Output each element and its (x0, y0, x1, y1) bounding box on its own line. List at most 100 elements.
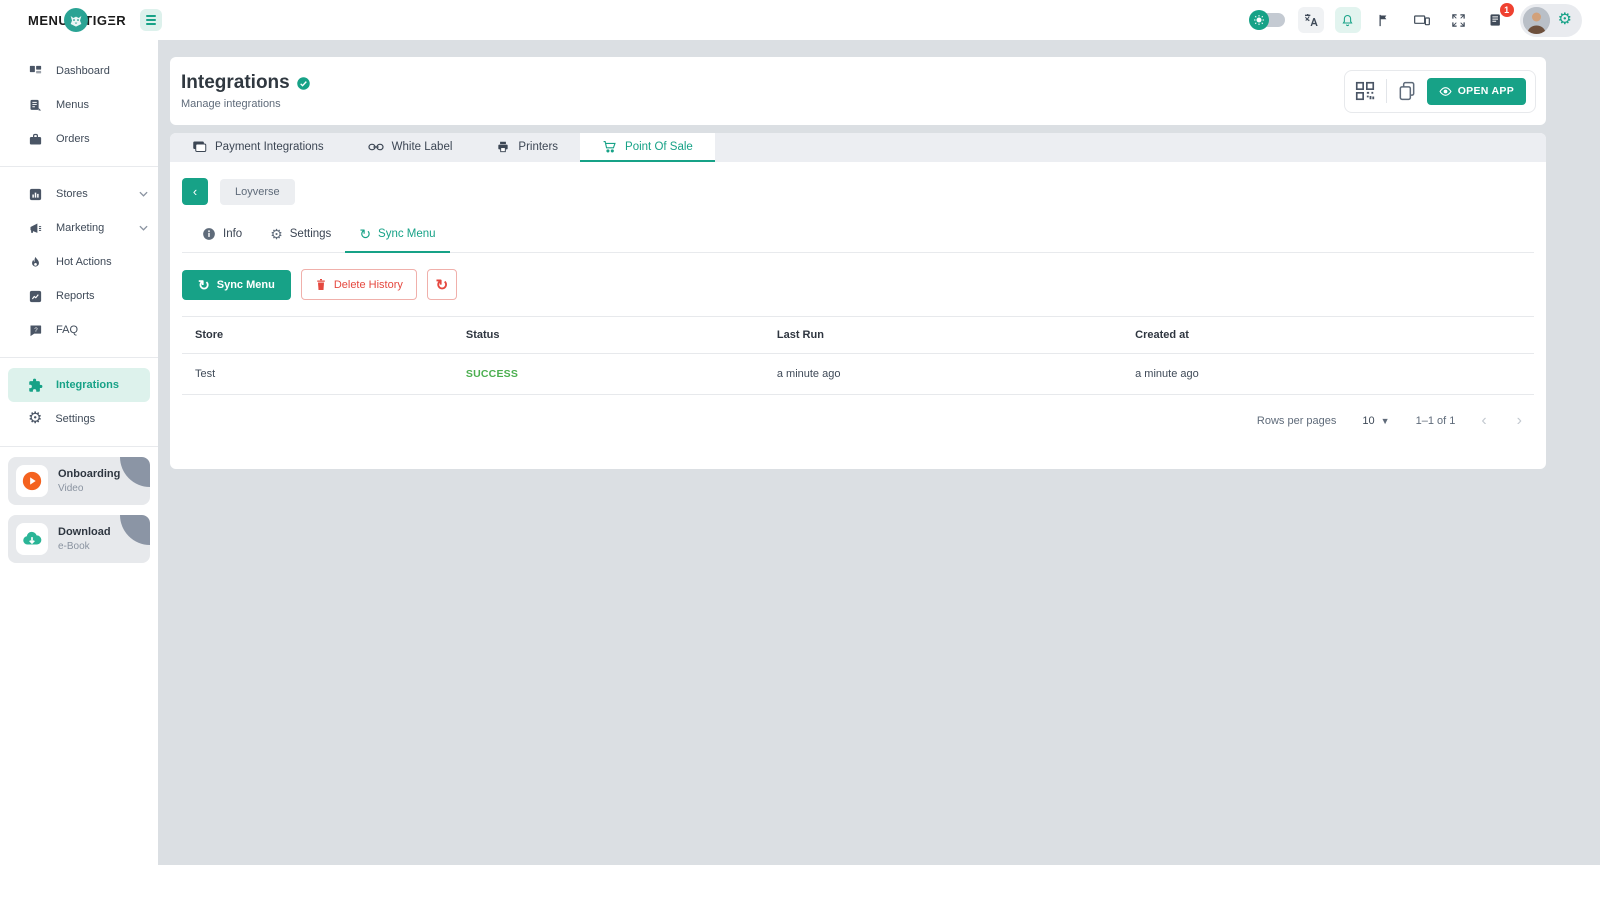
notifications-bell-icon[interactable] (1335, 7, 1361, 33)
sidebar-item-dashboard[interactable]: Dashboard (0, 54, 158, 88)
rows-per-page-value: 10 (1362, 415, 1374, 427)
page-title: Integrations (181, 72, 290, 94)
integration-subtabs: Info ⚙ Settings ↻ Sync Menu (182, 217, 1534, 253)
integration-tabs: Payment Integrations White Label Printer… (170, 133, 1546, 162)
promo-subtitle: e-Book (58, 541, 111, 552)
fullscreen-icon[interactable] (1446, 7, 1472, 33)
main-content: Integrations Manage integrations (158, 40, 1600, 865)
account-pill: ⚙ (1520, 4, 1582, 37)
chevron-down-icon (139, 225, 148, 231)
payment-card-icon (192, 140, 207, 153)
promo-title: Onboarding (58, 468, 120, 480)
sidebar-divider (0, 446, 158, 447)
pagination-range: 1–1 of 1 (1416, 415, 1456, 427)
rows-per-page-select[interactable]: 10 ▼ (1362, 415, 1389, 427)
sidebar-item-label: Reports (56, 290, 148, 302)
sidebar-toggle-button[interactable] (140, 9, 162, 31)
menus-icon (28, 98, 43, 113)
sync-icon: ↻ (198, 278, 210, 292)
printer-icon (496, 140, 510, 154)
sync-history-table: Store Status Last Run Created at Test SU… (182, 316, 1534, 395)
divider (1386, 79, 1387, 103)
sidebar-item-menus[interactable]: Menus (0, 88, 158, 122)
sidebar-item-faq[interactable]: ? FAQ (0, 313, 158, 347)
sidebar: Dashboard Menus Orders Stores Marketing … (0, 40, 158, 865)
sidebar-item-label: Marketing (56, 222, 126, 234)
logo-text-right: TIGΞR (84, 13, 126, 28)
tab-white-label[interactable]: White Label (346, 133, 475, 162)
svg-text:?: ? (34, 326, 38, 333)
sun-icon (1249, 10, 1269, 30)
sidebar-item-marketing[interactable]: Marketing (0, 211, 158, 245)
delete-history-button[interactable]: Delete History (301, 269, 417, 300)
dashboard-icon (28, 64, 43, 79)
onboarding-video-card[interactable]: Onboarding Video (8, 457, 150, 505)
sidebar-divider (0, 166, 158, 167)
sidebar-item-label: FAQ (56, 324, 148, 336)
sync-menu-button[interactable]: ↻ Sync Menu (182, 270, 291, 300)
previous-page-button[interactable]: ‹ (1481, 413, 1486, 429)
faq-icon: ? (28, 323, 43, 338)
refresh-button[interactable]: ↻ (427, 269, 457, 300)
translate-icon[interactable] (1298, 7, 1324, 33)
qr-code-icon[interactable] (1354, 80, 1376, 102)
app-logo[interactable]: MENU TIGΞR (28, 8, 126, 32)
download-ebook-card[interactable]: Download e-Book (8, 515, 150, 563)
cell-last-run: a minute ago (777, 354, 1135, 395)
cell-created-at: a minute ago (1135, 354, 1534, 395)
integration-chip-loyverse[interactable]: Loyverse (220, 179, 295, 205)
user-avatar[interactable] (1523, 7, 1550, 34)
column-header-store: Store (182, 317, 466, 354)
cell-store: Test (182, 354, 466, 395)
rows-per-page-label: Rows per pages (1257, 415, 1337, 427)
sidebar-item-settings[interactable]: ⚙ Settings (0, 402, 158, 436)
link-icon (368, 142, 384, 152)
verified-check-icon (296, 76, 311, 91)
subtab-info[interactable]: Info (188, 217, 256, 253)
sidebar-item-label: Hot Actions (56, 256, 148, 268)
back-button[interactable]: ‹ (182, 178, 208, 205)
column-header-status: Status (466, 317, 777, 354)
puzzle-icon (28, 378, 43, 393)
sidebar-item-label: Settings (55, 413, 148, 425)
table-row[interactable]: Test SUCCESS a minute ago a minute ago (182, 354, 1534, 395)
table-header-row: Store Status Last Run Created at (182, 317, 1534, 354)
whats-new-icon[interactable]: 1 (1483, 7, 1509, 33)
pagination: Rows per pages 10 ▼ 1–1 of 1 ‹ › (182, 413, 1534, 429)
sidebar-item-orders[interactable]: Orders (0, 122, 158, 156)
sidebar-item-label: Integrations (56, 379, 140, 391)
tab-payment-integrations[interactable]: Payment Integrations (170, 133, 346, 162)
tiger-logo-icon (64, 8, 88, 32)
open-app-button[interactable]: OPEN APP (1427, 78, 1526, 105)
open-app-label: OPEN APP (1458, 85, 1514, 97)
flame-icon (28, 255, 43, 270)
page-subtitle: Manage integrations (181, 98, 311, 110)
topbar: MENU TIGΞR 1 (0, 0, 1600, 40)
sidebar-item-reports[interactable]: Reports (0, 279, 158, 313)
tab-point-of-sale[interactable]: Point Of Sale (580, 133, 715, 162)
sidebar-item-stores[interactable]: Stores (0, 177, 158, 211)
sync-icon: ↻ (359, 227, 371, 241)
column-header-created-at: Created at (1135, 317, 1534, 354)
tab-label: Printers (518, 141, 558, 153)
copy-icon[interactable] (1397, 80, 1417, 102)
sidebar-item-integrations[interactable]: Integrations (8, 368, 150, 402)
sidebar-item-hot-actions[interactable]: Hot Actions (0, 245, 158, 279)
reports-icon (28, 289, 43, 304)
subtab-settings[interactable]: ⚙ Settings (256, 217, 345, 253)
sidebar-item-label: Menus (56, 99, 148, 111)
devices-icon[interactable] (1409, 7, 1435, 33)
settings-gear-icon[interactable]: ⚙ (1558, 12, 1572, 28)
corner-decoration (120, 457, 150, 487)
eye-icon (1439, 85, 1452, 98)
promo-subtitle: Video (58, 483, 120, 494)
subtab-sync-menu[interactable]: ↻ Sync Menu (345, 217, 449, 253)
cloud-download-icon (16, 523, 48, 555)
tab-printers[interactable]: Printers (474, 133, 580, 162)
sidebar-item-label: Dashboard (56, 65, 148, 77)
next-page-button[interactable]: › (1517, 413, 1522, 429)
subtab-label: Info (223, 228, 242, 240)
info-icon (202, 227, 216, 241)
flag-icon[interactable] (1372, 7, 1398, 33)
theme-toggle[interactable] (1249, 10, 1287, 30)
